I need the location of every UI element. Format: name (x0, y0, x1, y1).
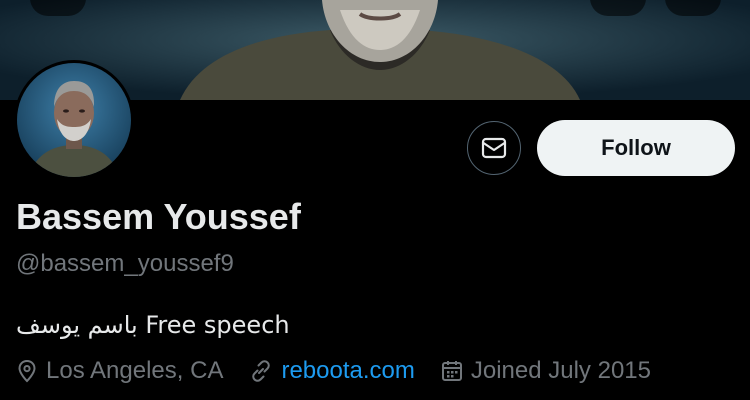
profile-handle: @bassem_youssef9 (16, 250, 234, 277)
location-text: Los Angeles, CA (46, 357, 224, 384)
joined-text: Joined July 2015 (470, 357, 651, 384)
follow-button[interactable]: Follow (537, 120, 735, 176)
website-link[interactable]: reboota.com (281, 357, 414, 385)
profile-name: Bassem Youssef (16, 196, 301, 237)
joined-item: Joined July 2015 (441, 357, 651, 385)
message-button[interactable] (467, 121, 521, 175)
location-pin-icon (16, 359, 38, 383)
avatar[interactable] (14, 60, 134, 180)
profile-meta: Los Angeles, CA reboota.com Joined July … (16, 354, 677, 388)
link-icon (249, 359, 273, 383)
calendar-icon (441, 360, 463, 382)
profile-bio: باسم يوسف Free speech (16, 311, 290, 339)
website-item[interactable]: reboota.com (249, 357, 415, 385)
envelope-icon (481, 137, 507, 159)
location-item: Los Angeles, CA (16, 357, 223, 385)
avatar-image (17, 63, 131, 177)
